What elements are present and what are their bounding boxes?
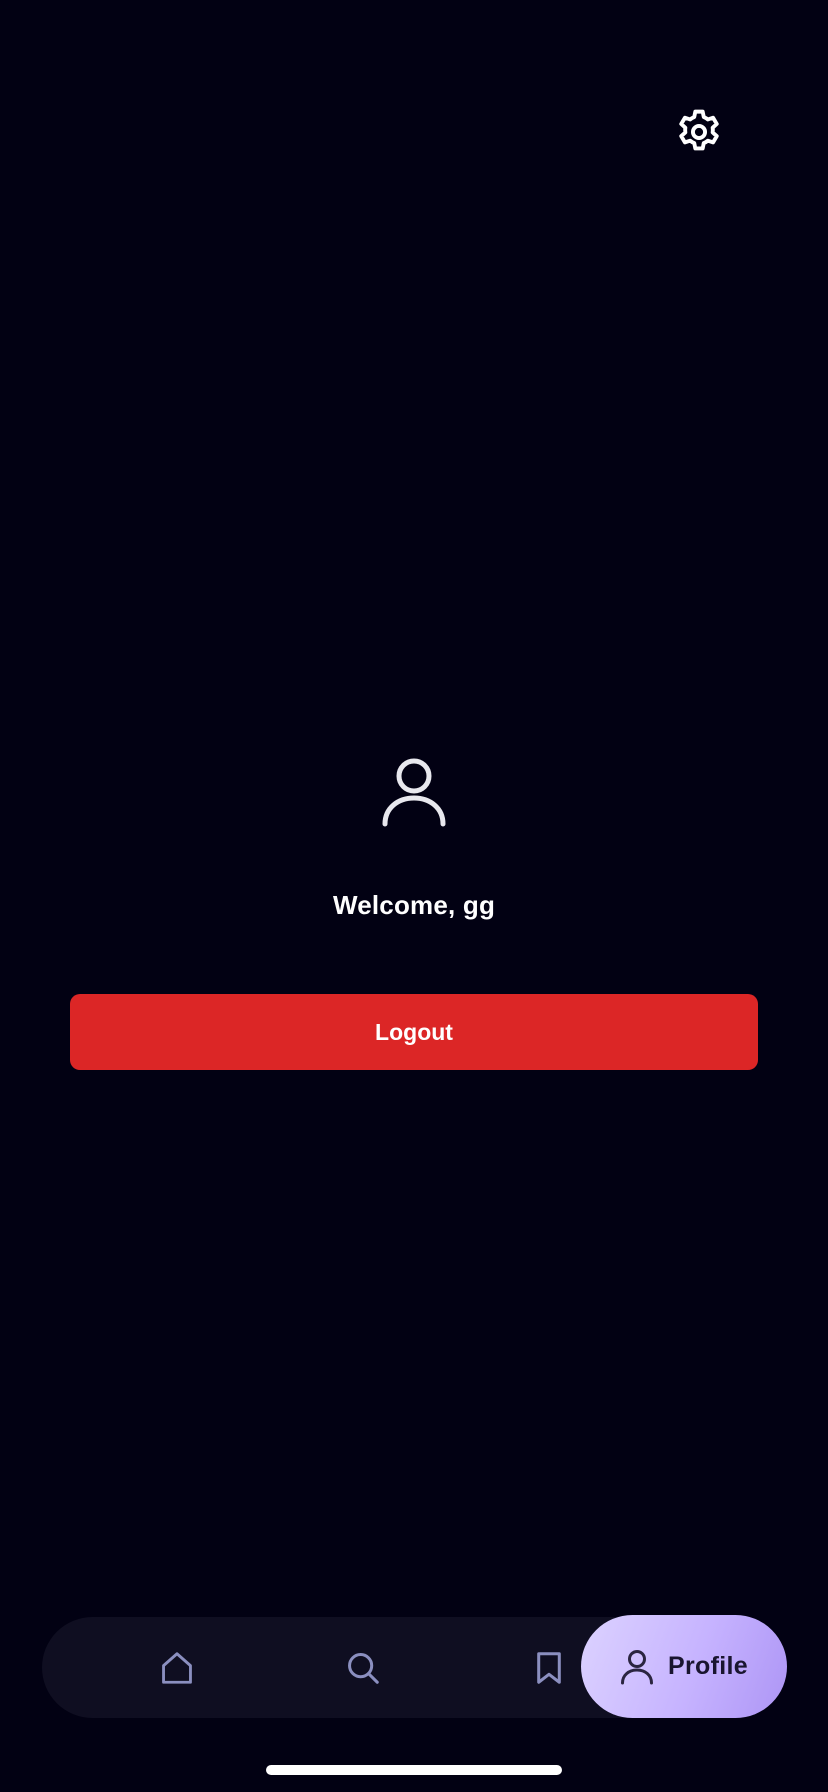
logout-button[interactable]: Logout [70,994,758,1070]
gear-icon [673,106,725,158]
bookmark-icon [530,1649,568,1687]
welcome-message: Welcome, gg [332,890,496,920]
user-icon [380,756,448,828]
home-icon [158,1649,196,1687]
tab-profile[interactable]: Profile [581,1615,787,1718]
tab-home[interactable] [92,1617,262,1718]
profile-screen: Welcome, gg Logout Profile [0,0,828,1792]
home-indicator [266,1765,562,1775]
bottom-tab-bar: Profile [42,1615,787,1718]
settings-button[interactable] [669,102,729,162]
tab-profile-label: Profile [668,1652,748,1680]
avatar [380,756,448,828]
tab-search[interactable] [278,1617,448,1718]
search-icon [344,1649,382,1687]
user-icon [620,1649,654,1685]
